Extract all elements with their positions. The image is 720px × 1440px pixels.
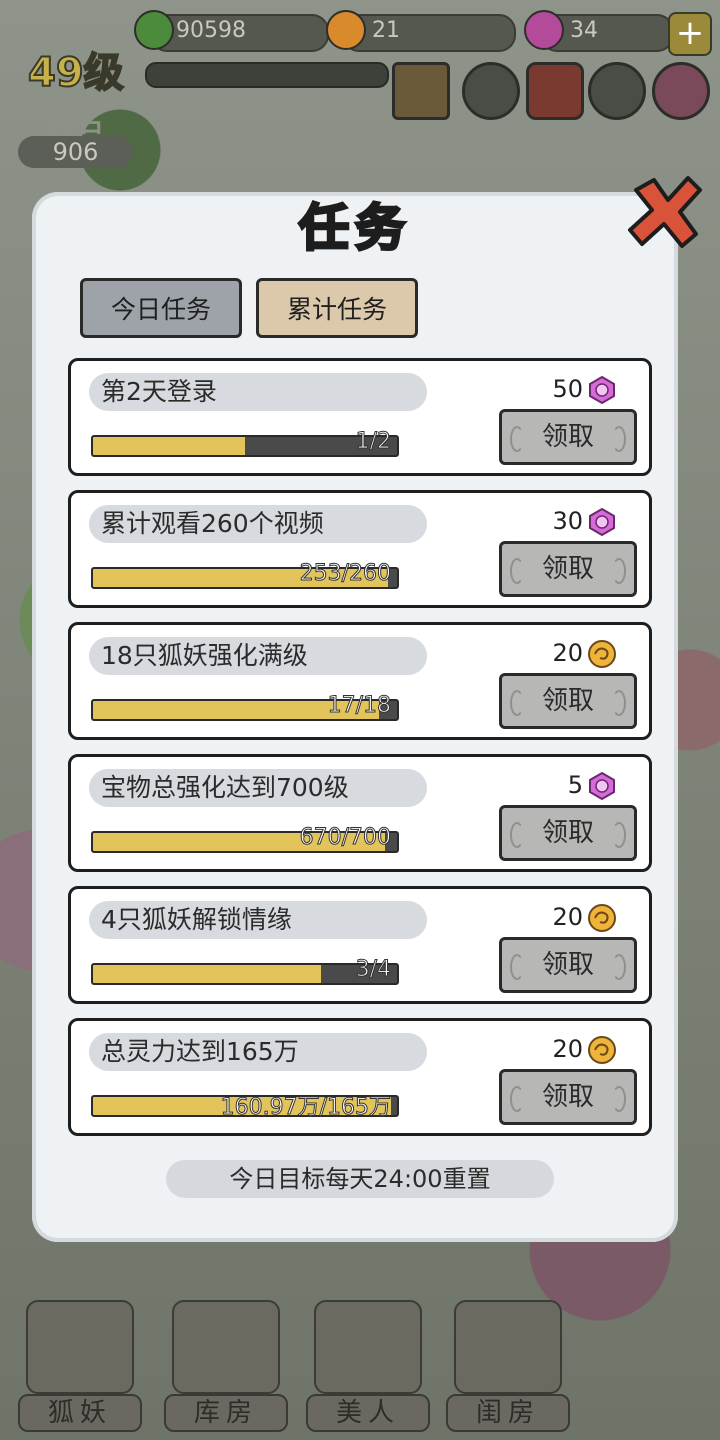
reward-amount: 20	[552, 639, 583, 667]
task-progress-text: 670/700	[299, 825, 391, 851]
gold-coin-icon	[588, 640, 616, 668]
sack-icon	[172, 1300, 280, 1394]
coin-resource-value: 21	[372, 18, 400, 43]
task-reward: 30	[501, 503, 641, 543]
spirit-leaf-icon	[134, 10, 174, 50]
wheel-icon[interactable]	[462, 62, 520, 120]
reward-amount: 5	[567, 771, 583, 799]
bed-icon	[454, 1300, 562, 1394]
gem-shop-icon[interactable]	[652, 62, 710, 120]
task-name: 18只狐妖强化满级	[89, 637, 427, 675]
coin-resource-bar	[342, 14, 516, 52]
beauty-portrait-icon	[314, 1300, 422, 1394]
reward-amount: 20	[552, 903, 583, 931]
nav-label: 狐妖	[18, 1394, 142, 1432]
xp-bar	[145, 62, 389, 88]
task-progress-text: 160.97万/165万	[220, 1095, 391, 1121]
task-name: 宝物总强化达到700级	[89, 769, 427, 807]
gold-coin-icon	[588, 1036, 616, 1064]
claim-button[interactable]: 领取	[499, 673, 637, 729]
spirit-resource-value: 90598	[176, 18, 246, 43]
add-gems-button[interactable]: +	[668, 12, 712, 56]
task-card: 18只狐妖强化满级 17/18 20 领取	[68, 622, 652, 740]
rank-label: 排名	[48, 105, 105, 138]
fox-icon	[26, 1300, 134, 1394]
purple-gem-icon	[589, 771, 615, 801]
task-progress-text: 17/18	[327, 693, 391, 719]
task-card: 宝物总强化达到700级 670/700 5 领取	[68, 754, 652, 872]
compass-icon[interactable]	[588, 62, 646, 120]
gem-resource-value: 34	[570, 18, 598, 43]
nav-boudoir[interactable]: 闺房	[446, 1290, 570, 1432]
task-progress-text: 1/2	[355, 429, 391, 455]
task-name: 第2天登录	[89, 373, 427, 411]
nav-beauty[interactable]: 美人	[306, 1290, 430, 1432]
gold-coin-icon	[588, 904, 616, 932]
scroll-icon[interactable]	[392, 62, 450, 120]
nav-label: 美人	[306, 1394, 430, 1432]
nav-label: 库房	[164, 1394, 288, 1432]
close-icon[interactable]	[624, 172, 704, 252]
purple-gem-icon	[589, 507, 615, 537]
task-reward: 50	[501, 371, 641, 411]
gold-coin-icon	[326, 10, 366, 50]
task-progress-text: 253/260	[299, 561, 391, 587]
task-name: 总灵力达到165万	[89, 1033, 427, 1071]
task-card: 总灵力达到165万 160.97万/165万 20 领取	[68, 1018, 652, 1136]
task-reward: 20	[501, 635, 641, 675]
tab-accumulated-tasks[interactable]: 累计任务	[256, 278, 418, 338]
reward-amount: 30	[552, 507, 583, 535]
task-card: 累计观看260个视频 253/260 30 领取	[68, 490, 652, 608]
panel-title: 任务	[298, 198, 411, 259]
player-level: 49级	[27, 49, 125, 97]
claim-button[interactable]: 领取	[499, 937, 637, 993]
purple-gem-icon	[589, 375, 615, 405]
claim-button[interactable]: 领取	[499, 805, 637, 861]
task-reward: 20	[501, 899, 641, 939]
task-name: 4只狐妖解锁情缘	[89, 901, 427, 939]
task-progress-text: 3/4	[355, 957, 391, 983]
task-card: 4只狐妖解锁情缘 3/4 20 领取	[68, 886, 652, 1004]
nav-fox-demon[interactable]: 狐妖	[18, 1290, 142, 1432]
purple-gem-icon	[524, 10, 564, 50]
rank-value[interactable]: 906	[18, 136, 133, 168]
tab-daily-tasks[interactable]: 今日任务	[80, 278, 242, 338]
claim-button[interactable]: 领取	[499, 409, 637, 465]
treasure-chest-icon[interactable]	[526, 62, 584, 120]
task-name: 累计观看260个视频	[89, 505, 427, 543]
task-reward: 5	[501, 767, 641, 807]
nav-storehouse[interactable]: 库房	[164, 1290, 288, 1432]
reward-amount: 20	[552, 1035, 583, 1063]
task-reward: 20	[501, 1031, 641, 1071]
claim-button[interactable]: 领取	[499, 541, 637, 597]
claim-button[interactable]: 领取	[499, 1069, 637, 1125]
task-card: 第2天登录 1/2 50 领取	[68, 358, 652, 476]
reset-note: 今日目标每天24:00重置	[166, 1160, 554, 1198]
reward-amount: 50	[552, 375, 583, 403]
nav-label: 闺房	[446, 1394, 570, 1432]
